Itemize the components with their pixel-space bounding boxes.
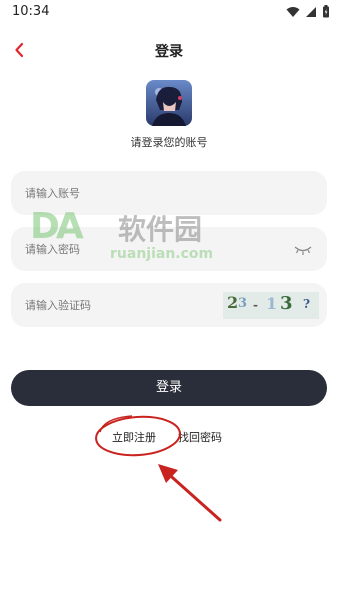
captcha-field: 2 3 - 1 3 ? [11, 283, 327, 327]
captcha-char: 2 [227, 293, 239, 312]
signal-icon [306, 6, 316, 17]
captcha-char: 3 [238, 296, 248, 311]
status-icons [286, 5, 330, 18]
forgot-password-link[interactable]: 找回密码 [178, 429, 222, 445]
login-subtitle: 请登录您的账号 [130, 136, 208, 149]
status-time: 10:34 [12, 4, 50, 19]
password-field [11, 227, 327, 271]
page-title: 登录 [155, 44, 183, 60]
captcha-input[interactable] [25, 283, 225, 327]
captcha-char: 3 [280, 293, 293, 314]
top-bar: 登录 [0, 32, 338, 70]
account-input[interactable] [25, 171, 225, 215]
annotation-arrow-shaft [162, 468, 222, 522]
show-password-toggle[interactable] [293, 240, 313, 258]
password-input[interactable] [25, 227, 225, 271]
captcha-char: 1 [266, 294, 278, 313]
eye-closed-icon [294, 246, 312, 255]
auth-links: 立即注册 找回密码 [0, 427, 338, 445]
avatar-image [146, 80, 192, 126]
captcha-char: ? [303, 297, 311, 311]
register-link[interactable]: 立即注册 [112, 429, 156, 445]
annotation-arrow-head [158, 464, 178, 483]
login-button[interactable]: 登录 [11, 370, 327, 406]
status-bar: 10:34 [0, 0, 338, 24]
captcha-image[interactable]: 2 3 - 1 3 ? [223, 292, 319, 319]
account-field [11, 171, 327, 215]
wifi-icon [286, 6, 300, 17]
avatar [146, 80, 192, 126]
captcha-char: - [253, 298, 258, 312]
battery-icon [323, 5, 329, 18]
